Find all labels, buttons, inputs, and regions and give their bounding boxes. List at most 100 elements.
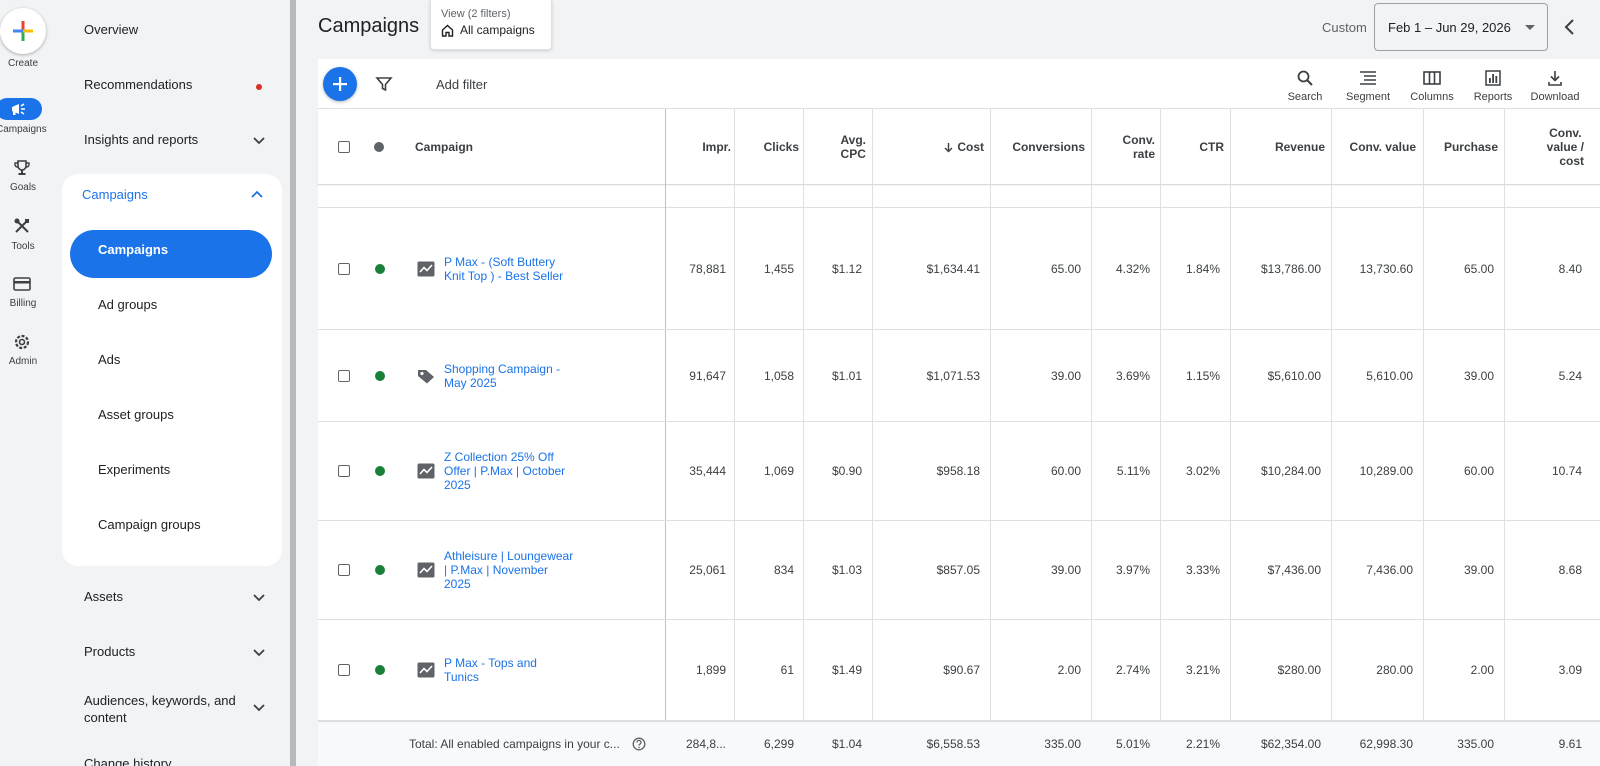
nav-subitem-ads[interactable]: Ads	[98, 352, 120, 367]
nav-subitem-experiments[interactable]: Experiments	[98, 462, 170, 477]
cell-conv-value-per-cost: 8.68	[1558, 563, 1582, 577]
nav-item-overview[interactable]: Overview	[84, 22, 138, 37]
status-enabled-icon[interactable]	[375, 565, 385, 575]
nav-item-recommendations[interactable]: Recommendations	[84, 77, 192, 92]
nav-subitem-campaign-groups[interactable]: Campaign groups	[98, 517, 201, 532]
search-button[interactable]: Search	[1275, 67, 1335, 103]
nav-item-change-history[interactable]: Change history	[84, 756, 171, 766]
col-conv-value-per-cost[interactable]: Conv. value / cost	[1510, 109, 1584, 185]
filter-icon[interactable]	[375, 75, 393, 93]
tools-label: Tools	[11, 241, 35, 252]
status-column-icon[interactable]	[374, 142, 384, 152]
download-button[interactable]: Download	[1525, 67, 1585, 103]
col-purchase[interactable]: Purchase	[1428, 109, 1498, 185]
help-icon[interactable]	[632, 737, 646, 751]
cell-clicks: 1,069	[763, 464, 794, 478]
col-ctr[interactable]: CTR	[1166, 109, 1224, 185]
gear-icon[interactable]	[10, 330, 34, 354]
table-row[interactable]: P Max - (Soft Buttery Knit Top ) - Best …	[318, 208, 1600, 330]
campaign-name-link[interactable]: Athleisure | Loungewear | P.Max | Novemb…	[444, 549, 574, 591]
cell-clicks: 834	[773, 563, 794, 577]
col-cost[interactable]: Cost	[880, 109, 984, 185]
col-conversions[interactable]: Conversions	[998, 109, 1085, 185]
chevron-left-icon[interactable]	[1560, 17, 1580, 37]
cell-cost: $1,634.41	[926, 261, 980, 276]
nav-item-insights[interactable]: Insights and reports	[84, 132, 198, 147]
date-range-value: Feb 1 – Jun 29, 2026	[1388, 19, 1511, 35]
col-avg-cpc[interactable]: Avg. CPC	[810, 109, 866, 185]
campaign-name-link[interactable]: P Max - (Soft Buttery Knit Top ) - Best …	[444, 255, 574, 283]
status-enabled-icon[interactable]	[375, 370, 385, 381]
col-impr[interactable]: Impr.	[674, 109, 731, 185]
nav-subitem-ad-groups[interactable]: Ad groups	[98, 297, 157, 312]
tools-icon[interactable]	[10, 214, 34, 238]
col-conv-rate[interactable]: Conv. rate	[1098, 109, 1155, 185]
col-conv-value[interactable]: Conv. value	[1338, 109, 1416, 185]
campaign-name-link[interactable]: Shopping Campaign - May 2025	[444, 362, 574, 390]
add-campaign-button[interactable]	[323, 67, 357, 101]
select-all-checkbox[interactable]	[338, 141, 350, 153]
campaigns-table-panel: Add filter Search Segment Columns Report…	[318, 59, 1600, 766]
cell-conv-value-per-cost: 8.40	[1558, 261, 1582, 276]
campaign-name-link[interactable]: Z Collection 25% Off Offer | P.Max | Oct…	[444, 450, 574, 492]
credit-card-icon[interactable]	[10, 272, 34, 296]
col-revenue[interactable]: Revenue	[1236, 109, 1325, 185]
status-enabled-icon[interactable]	[375, 263, 385, 274]
chevron-down-icon[interactable]	[252, 645, 266, 659]
page-title: Campaigns	[318, 15, 420, 37]
cell-impr: 1,899	[695, 663, 726, 677]
date-range-picker[interactable]: Feb 1 – Jun 29, 2026	[1374, 3, 1548, 51]
reports-button[interactable]: Reports	[1463, 67, 1523, 103]
cell-conversions: 2.00	[1057, 663, 1081, 677]
panel-divider[interactable]	[290, 0, 296, 766]
cell-revenue: $5,610.00	[1267, 368, 1321, 383]
nav-item-campaigns-group[interactable]: Campaigns	[82, 187, 148, 202]
add-filter-button[interactable]: Add filter	[436, 77, 487, 92]
table-row-partial	[318, 186, 1600, 208]
chevron-down-icon[interactable]	[252, 590, 266, 604]
table-row[interactable]: Z Collection 25% Off Offer | P.Max | Oct…	[318, 422, 1600, 521]
cell-impr: 78,881	[689, 261, 726, 276]
cell-cost: $857.05	[936, 563, 980, 577]
campaign-name-link[interactable]: P Max - Tops and Tunics	[444, 656, 574, 684]
total-conv-value: 62,998.30	[1359, 737, 1413, 751]
chevron-down-icon[interactable]	[252, 133, 266, 147]
table-row[interactable]: Shopping Campaign - May 2025 91,647 1,05…	[318, 330, 1600, 422]
nav-item-audiences[interactable]: Audiences, keywords, and content	[84, 692, 244, 726]
table-row[interactable]: P Max - Tops and Tunics 1,899 61 $1.49 $…	[318, 620, 1600, 721]
columns-button[interactable]: Columns	[1402, 67, 1462, 103]
total-clicks: 6,299	[763, 737, 794, 751]
cell-conv-value-per-cost: 3.09	[1558, 663, 1582, 677]
cell-ctr: 1.84%	[1185, 261, 1220, 276]
total-conv-value-per-cost: 9.61	[1558, 737, 1582, 751]
rail-item-campaigns[interactable]	[0, 98, 42, 120]
billing-label: Billing	[9, 298, 37, 309]
cell-conv-rate: 3.97%	[1115, 563, 1150, 577]
columns-label: Columns	[1410, 91, 1454, 103]
cell-avg-cpc: $1.03	[831, 563, 862, 577]
segment-button[interactable]: Segment	[1338, 67, 1398, 103]
chevron-down-icon[interactable]	[252, 700, 266, 714]
row-checkbox[interactable]	[338, 262, 350, 275]
segment-label: Segment	[1345, 91, 1391, 103]
cell-avg-cpc: $1.49	[831, 663, 862, 677]
row-checkbox[interactable]	[338, 664, 350, 676]
row-checkbox[interactable]	[338, 369, 350, 382]
chevron-up-icon[interactable]	[250, 188, 264, 202]
col-clicks[interactable]: Clicks	[742, 109, 799, 185]
status-enabled-icon[interactable]	[375, 665, 385, 675]
col-campaign[interactable]: Campaign	[415, 109, 473, 185]
view-selector[interactable]: View (2 filters) All campaigns	[430, 0, 552, 50]
cell-revenue: $280.00	[1277, 663, 1321, 677]
shopping-tag-icon	[418, 369, 434, 383]
row-checkbox[interactable]	[338, 465, 350, 477]
status-enabled-icon[interactable]	[375, 466, 385, 476]
create-button[interactable]	[0, 8, 46, 54]
trophy-icon[interactable]	[10, 156, 34, 180]
row-checkbox[interactable]	[338, 564, 350, 576]
nav-item-assets[interactable]: Assets	[84, 589, 123, 604]
nav-subitem-asset-groups[interactable]: Asset groups	[98, 407, 174, 422]
nav-item-products[interactable]: Products	[84, 644, 135, 659]
table-row[interactable]: Athleisure | Loungewear | P.Max | Novemb…	[318, 521, 1600, 620]
nav-subitem-campaigns[interactable]: Campaigns	[98, 242, 168, 257]
